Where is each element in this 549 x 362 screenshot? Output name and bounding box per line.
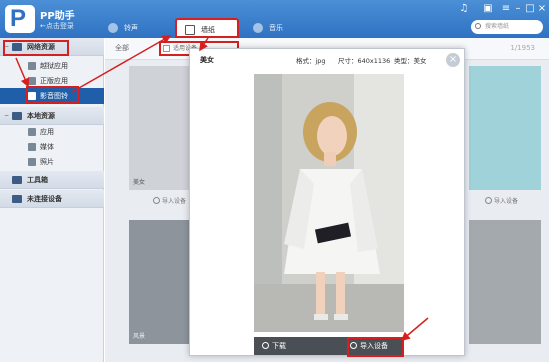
toolbox-icon xyxy=(12,176,22,184)
logo-letter: P xyxy=(10,5,27,32)
highlight-import xyxy=(347,337,404,357)
tab-music[interactable]: 音乐 xyxy=(245,18,309,38)
download-button[interactable]: 下载 xyxy=(262,337,286,355)
wallpaper-thumb[interactable] xyxy=(469,220,541,344)
apps-icon xyxy=(28,128,36,136)
item-label: 越狱应用 xyxy=(40,62,68,70)
music-icon xyxy=(253,23,263,33)
search-placeholder: 搜索墙纸 xyxy=(485,23,510,30)
sidebar-section-local[interactable]: − 本地资源 xyxy=(0,107,104,125)
tab-label: 墙纸 xyxy=(201,26,215,34)
close-icon[interactable]: × xyxy=(536,3,548,14)
app-icon xyxy=(28,62,36,70)
wallpaper-thumb[interactable]: 风景 xyxy=(129,220,191,344)
menu-icon[interactable]: ≡ xyxy=(500,3,512,14)
sidebar-item-film[interactable]: 媒体 xyxy=(0,139,104,155)
search-input[interactable]: 搜索墙纸 xyxy=(471,20,543,34)
search-icon xyxy=(475,23,481,29)
tab-ringtones[interactable]: 铃声 xyxy=(100,18,164,38)
sidebar-section-device[interactable]: 未连接设备 xyxy=(0,190,104,208)
wallpaper-thumb[interactable] xyxy=(469,66,541,190)
import-button[interactable]: 导入设备 xyxy=(485,196,518,205)
checkbox-icon xyxy=(163,45,170,52)
import-button[interactable]: 导入设备 xyxy=(153,196,186,205)
thumb-label: 风景 xyxy=(133,333,146,340)
import-label: 导入设备 xyxy=(494,198,519,205)
tab-wallpaper[interactable]: 墙纸 xyxy=(175,18,239,38)
thumb-label: 美女 xyxy=(133,179,146,186)
music-note-icon[interactable]: ♫ xyxy=(458,3,470,14)
minimize-icon[interactable]: – xyxy=(512,3,524,14)
collapse-icon: − xyxy=(4,112,10,119)
sidebar-item-photos[interactable]: 照片 xyxy=(0,154,104,170)
app-name: PP助手 xyxy=(40,11,75,22)
import-icon xyxy=(485,197,492,204)
pp-logo[interactable]: P xyxy=(5,5,35,33)
page-indicator: 1/1953 xyxy=(510,44,535,52)
download-label: 下载 xyxy=(272,342,286,350)
apple-icon xyxy=(28,77,36,85)
photo-illustration xyxy=(254,74,404,332)
import-icon xyxy=(153,197,160,204)
photo-icon xyxy=(28,158,36,166)
title-bar: P PP助手 ←点击登录 ♫ ▣ ≡ – □ × 铃声 墙纸 音乐 搜索墙纸 xyxy=(0,0,549,38)
highlight-network xyxy=(3,40,69,56)
maximize-icon[interactable]: □ xyxy=(524,3,536,14)
preview-title: 美女 xyxy=(200,56,214,64)
download-icon xyxy=(262,342,269,349)
section-label: 本地资源 xyxy=(27,112,55,120)
sidebar-item-apps[interactable]: 应用 xyxy=(0,124,104,140)
highlight-media xyxy=(26,86,79,103)
film-icon xyxy=(28,143,36,151)
section-label: 工具箱 xyxy=(27,176,48,184)
bell-icon xyxy=(108,23,118,33)
tab-label: 铃声 xyxy=(124,24,138,32)
shirt-icon[interactable]: ▣ xyxy=(482,3,494,14)
login-link[interactable]: ←点击登录 xyxy=(40,21,74,31)
picture-icon xyxy=(185,25,195,35)
item-label: 媒体 xyxy=(40,143,54,151)
wallpaper-thumb[interactable]: 美女 xyxy=(129,66,191,190)
size-text: 尺寸：640x1136 xyxy=(338,57,391,65)
monitor-icon xyxy=(12,112,22,120)
preview-dialog: 美女 格式：jpg 尺寸：640x1136 类型：美女 × 下载 导入设备 xyxy=(189,48,465,356)
device-icon xyxy=(12,195,22,203)
sidebar-item-jailbreak-apps[interactable]: 越狱应用 xyxy=(0,58,104,74)
wallpaper-preview-image xyxy=(254,74,404,332)
category-text: 类型：美女 xyxy=(394,57,427,65)
filter-all[interactable]: 全部 xyxy=(115,43,129,53)
sidebar-section-toolbox[interactable]: 工具箱 xyxy=(0,171,104,189)
item-label: 应用 xyxy=(40,128,54,136)
item-label: 正版应用 xyxy=(40,77,68,85)
item-label: 照片 xyxy=(40,158,54,166)
tab-label: 音乐 xyxy=(269,24,283,32)
close-icon[interactable]: × xyxy=(446,53,460,67)
format-text: 格式：jpg xyxy=(296,57,326,65)
section-label: 未连接设备 xyxy=(27,195,62,203)
import-label: 导入设备 xyxy=(162,198,187,205)
